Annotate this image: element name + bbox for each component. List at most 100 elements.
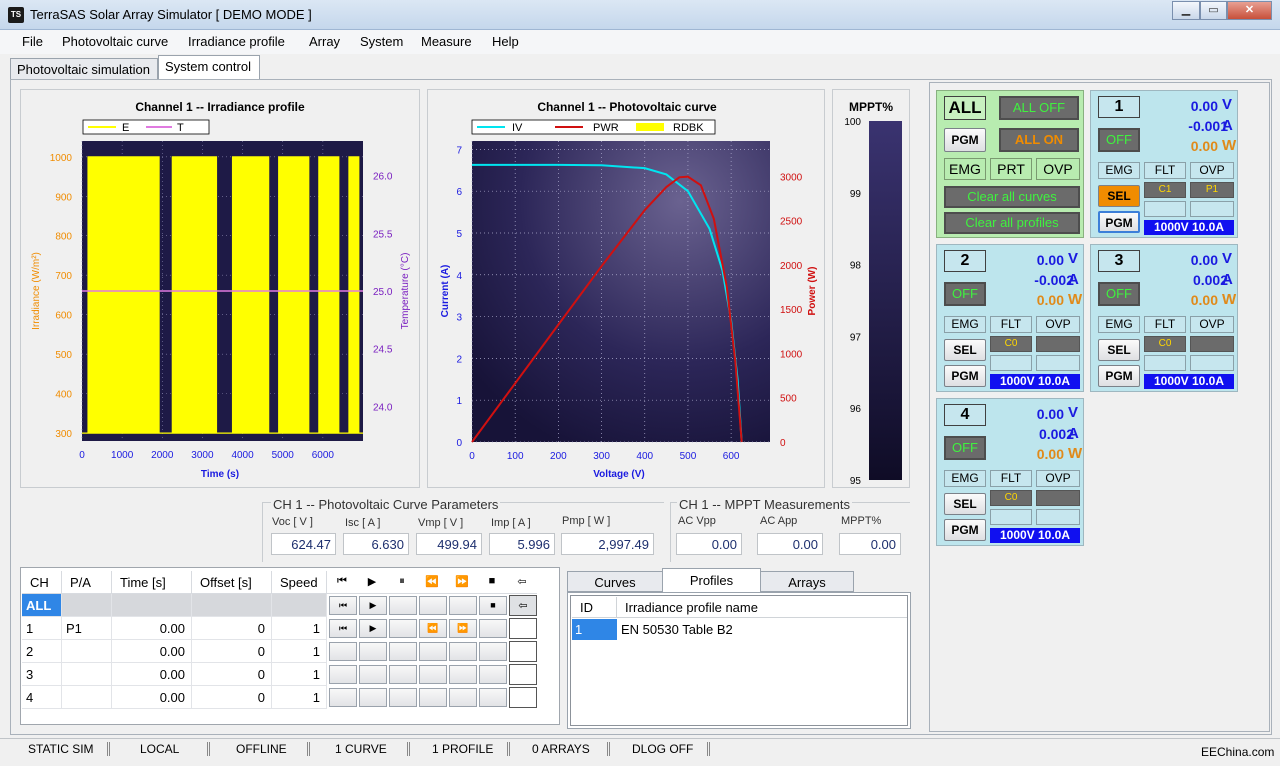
disabled-button[interactable] <box>389 665 417 684</box>
table-cell-time: 0.00 <box>112 686 192 709</box>
pgm-button[interactable]: PGM <box>1098 211 1140 233</box>
tab-photovoltaic-simulation[interactable]: Photovoltaic simulation <box>10 58 158 80</box>
menu-system[interactable]: System <box>360 34 403 49</box>
step-forward-icon[interactable]: ⏩ <box>447 571 477 594</box>
pause-icon[interactable]: ⏸ <box>387 571 417 594</box>
table-header-ch[interactable]: CH <box>22 571 62 594</box>
table-header-time[interactable]: Time [s] <box>112 571 192 594</box>
profiles-id-header[interactable]: ID <box>580 600 593 615</box>
clear-all-curves-button[interactable]: Clear all curves <box>944 186 1080 208</box>
stop-icon[interactable]: ■ <box>477 571 507 594</box>
disabled-button[interactable] <box>449 596 477 615</box>
maximize-button[interactable]: ▭ <box>1200 1 1227 20</box>
channel-select-box[interactable] <box>509 641 537 662</box>
sel-button[interactable]: SEL <box>1098 339 1140 361</box>
channel-select-box[interactable] <box>509 618 537 639</box>
power-y-label: Power (W) <box>807 267 818 316</box>
rewind-all-button[interactable]: ⏮ <box>329 596 357 615</box>
profiles-name-header[interactable]: Irradiance profile name <box>625 600 758 615</box>
sel-button[interactable]: SEL <box>944 339 986 361</box>
disabled-button[interactable] <box>329 688 357 707</box>
channel-spec: 1000V 10.0A <box>990 528 1080 543</box>
disabled-button[interactable] <box>449 665 477 684</box>
disabled-button[interactable] <box>479 619 507 638</box>
play-button[interactable]: ▶ <box>359 619 387 638</box>
all-off-button[interactable]: ALL OFF <box>999 96 1079 120</box>
pgm-button[interactable]: PGM <box>1098 365 1140 387</box>
close-button[interactable]: ✕ <box>1227 1 1272 20</box>
disabled-button[interactable] <box>389 619 417 638</box>
channel-select-box[interactable] <box>509 664 537 685</box>
disabled-button[interactable] <box>329 642 357 661</box>
pmp-label: Pmp [ W ] <box>562 515 611 527</box>
table-header-pa[interactable]: P/A <box>62 571 112 594</box>
disabled-button[interactable] <box>449 688 477 707</box>
tab-curves[interactable]: Curves <box>567 571 663 592</box>
array-slot <box>1190 355 1234 371</box>
pv-y-tick: 7 <box>456 145 462 156</box>
all-pgm-button[interactable]: PGM <box>944 128 986 152</box>
sel-button[interactable]: SEL <box>944 493 986 515</box>
profile-row-id[interactable]: 1 <box>572 619 617 640</box>
legend-t-label: T <box>177 122 184 134</box>
rewind-all-button[interactable]: ⏮ <box>329 619 357 638</box>
all-emg-indicator: EMG <box>944 158 986 180</box>
pgm-button[interactable]: PGM <box>944 365 986 387</box>
disabled-button[interactable] <box>479 642 507 661</box>
clear-all-profiles-button[interactable]: Clear all profiles <box>944 212 1080 234</box>
rewind-all-icon[interactable]: ⏮ <box>327 571 357 594</box>
disabled-button[interactable] <box>389 596 417 615</box>
menu-irradiance-profile[interactable]: Irradiance profile <box>188 34 285 49</box>
menu-array[interactable]: Array <box>309 34 340 49</box>
channel-output-toggle[interactable]: OFF <box>944 282 986 306</box>
current-value: -0.002 <box>1034 272 1074 288</box>
disabled-button[interactable] <box>419 688 447 707</box>
disabled-button[interactable] <box>389 642 417 661</box>
disabled-button[interactable] <box>389 688 417 707</box>
minimize-button[interactable]: ▁ <box>1172 1 1200 20</box>
step-forward-button[interactable]: ⏩ <box>449 619 477 638</box>
disabled-button[interactable] <box>359 642 387 661</box>
back-button[interactable]: ⇦ <box>509 595 537 616</box>
disabled-button[interactable] <box>449 642 477 661</box>
channel-output-toggle[interactable]: OFF <box>1098 282 1140 306</box>
status-separator <box>107 742 110 756</box>
irradiance-y-tick: 1000 <box>50 153 73 164</box>
profile-slot <box>1036 490 1080 506</box>
disabled-button[interactable] <box>479 688 507 707</box>
irradiance-x-tick: 3000 <box>191 450 214 461</box>
table-header-speed[interactable]: Speed <box>272 571 327 594</box>
disabled-button[interactable] <box>359 665 387 684</box>
all-on-button[interactable]: ALL ON <box>999 128 1079 152</box>
channel-select-box[interactable] <box>509 687 537 708</box>
stop-button[interactable]: ■ <box>479 596 507 615</box>
menu-photovoltaic-curve[interactable]: Photovoltaic curve <box>62 34 168 49</box>
tab-system-control[interactable]: System control <box>158 55 260 80</box>
play-button[interactable]: ▶ <box>359 596 387 615</box>
menu-measure[interactable]: Measure <box>421 34 472 49</box>
sel-button[interactable]: SEL <box>1098 185 1140 207</box>
menu-help[interactable]: Help <box>492 34 519 49</box>
power-unit: W <box>1222 137 1237 154</box>
channel-output-toggle[interactable]: OFF <box>944 436 986 460</box>
pv-y-tick: 0 <box>456 438 462 449</box>
mppt-tick: 96 <box>850 404 862 415</box>
disabled-button[interactable] <box>419 665 447 684</box>
disabled-button[interactable] <box>419 642 447 661</box>
back-icon[interactable]: ⇦ <box>507 571 537 594</box>
disabled-button[interactable] <box>359 688 387 707</box>
table-header-offset[interactable]: Offset [s] <box>192 571 272 594</box>
disabled-button[interactable] <box>329 665 357 684</box>
profile-row-name[interactable]: EN 50530 Table B2 <box>621 622 733 637</box>
disabled-button[interactable] <box>479 665 507 684</box>
channel-output-toggle[interactable]: OFF <box>1098 128 1140 152</box>
tab-arrays[interactable]: Arrays <box>760 571 854 592</box>
play-icon[interactable]: ▶ <box>357 571 387 594</box>
step-back-button[interactable]: ⏪ <box>419 619 447 638</box>
status-separator <box>607 742 610 756</box>
tab-profiles[interactable]: Profiles <box>662 568 761 593</box>
menu-file[interactable]: File <box>22 34 43 49</box>
pgm-button[interactable]: PGM <box>944 519 986 541</box>
disabled-button[interactable] <box>419 596 447 615</box>
step-back-icon[interactable]: ⏪ <box>417 571 447 594</box>
